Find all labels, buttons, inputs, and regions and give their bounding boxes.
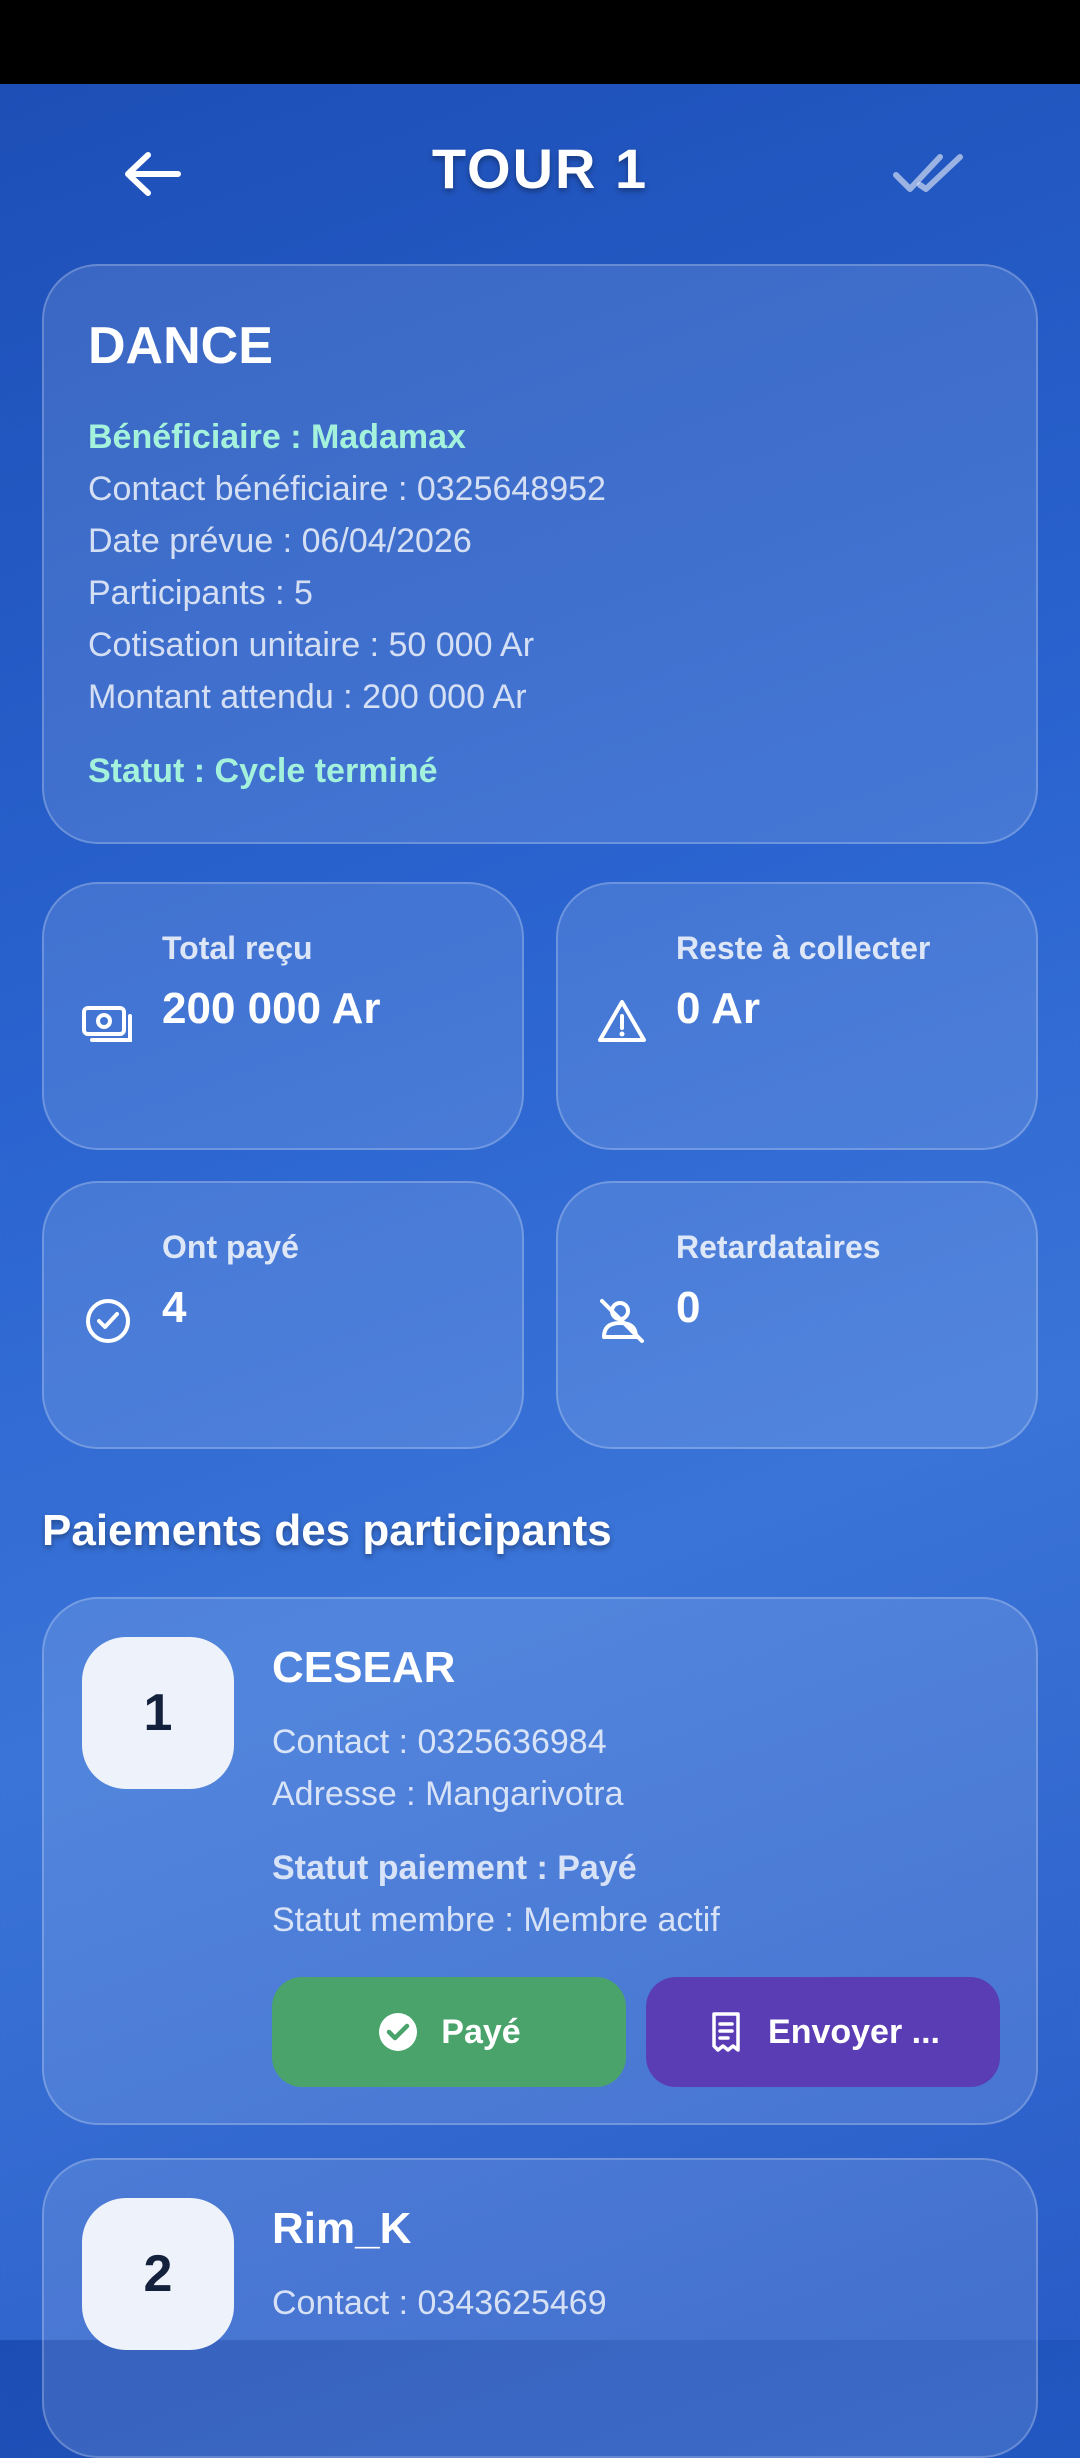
stat-value: 0 [676, 1283, 701, 1332]
payment-status: Statut paiement : Payé [272, 1849, 637, 1887]
stat-total-received: Total reçu 200 000 Ar [42, 882, 524, 1150]
cash-icon [82, 1006, 132, 1042]
stat-value: 200 000 Ar [162, 984, 381, 1033]
participant-name: CESEAR [272, 1643, 456, 1692]
status-bar [0, 0, 1080, 84]
beneficiary-contact: Contact bénéficiaire : 0325648952 [88, 470, 606, 508]
payment-card: 1 CESEAR Contact : 0325636984 Adresse : … [42, 1597, 1038, 2125]
send-button-label: Envoyer ... [768, 2012, 940, 2051]
double-check-icon [893, 154, 963, 192]
participant-contact: Contact : 0325636984 [272, 1723, 607, 1761]
paid-button-label: Payé [441, 2012, 521, 2051]
planned-date: Date prévue : 06/04/2026 [88, 522, 472, 560]
participants-count: Participants : 5 [88, 574, 313, 612]
paid-button[interactable]: Payé [272, 1977, 626, 2087]
stat-label: Total reçu [162, 930, 313, 966]
receipt-icon [712, 2012, 740, 2052]
stat-value: 4 [162, 1283, 187, 1332]
payment-card: 2 Rim_K Contact : 0343625469 [42, 2158, 1038, 2458]
stat-value: 0 Ar [676, 984, 760, 1033]
stat-label: Retardataires [676, 1229, 881, 1265]
tour-status: Statut : Cycle terminé [88, 752, 438, 790]
stat-label: Ont payé [162, 1229, 299, 1265]
stat-remaining: Reste à collecter 0 Ar [556, 882, 1038, 1150]
rank-badge: 1 [82, 1637, 234, 1789]
participant-contact: Contact : 0343625469 [272, 2284, 607, 2322]
section-title: Paiements des participants [42, 1506, 612, 1555]
tour-name: DANCE [88, 317, 273, 375]
check-circle-filled-icon [379, 2013, 418, 2051]
expected-amount: Montant attendu : 200 000 Ar [88, 678, 527, 716]
stat-late: Retardataires 0 [556, 1181, 1038, 1449]
tour-info-card: DANCE Bénéficiaire : Madamax Contact bén… [42, 264, 1038, 844]
stat-paid: Ont payé 4 [42, 1181, 524, 1449]
stat-label: Reste à collecter [676, 930, 931, 966]
send-receipt-button[interactable]: Envoyer ... [646, 1977, 1000, 2087]
member-status: Statut membre : Membre actif [272, 1901, 720, 1939]
mark-done-button[interactable] [880, 139, 980, 209]
top-app-bar: TOUR 1 [0, 84, 1080, 264]
person-off-icon [600, 1299, 644, 1343]
unit-contribution: Cotisation unitaire : 50 000 Ar [88, 626, 535, 664]
participant-address: Adresse : Mangarivotra [272, 1775, 624, 1813]
beneficiary: Bénéficiaire : Madamax [88, 418, 466, 456]
rank-badge: 2 [82, 2198, 234, 2350]
warning-icon [598, 1000, 646, 1042]
check-circle-icon [86, 1299, 130, 1343]
participant-name: Rim_K [272, 2204, 412, 2253]
